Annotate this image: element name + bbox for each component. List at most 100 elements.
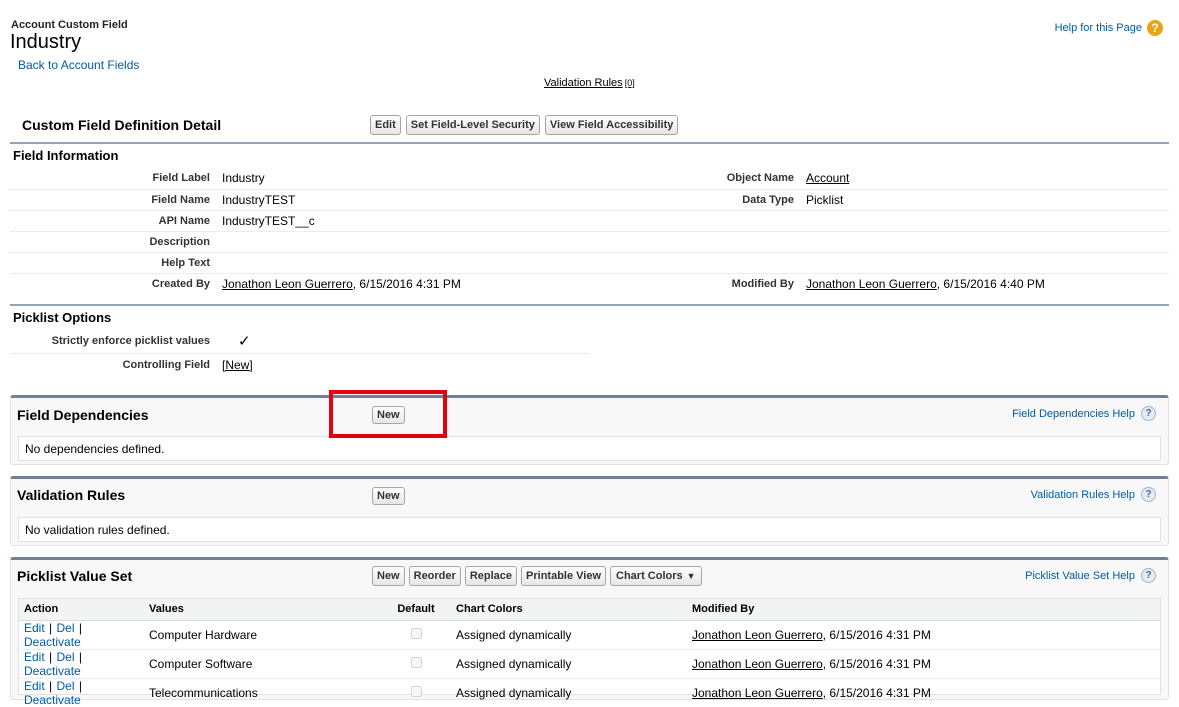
col-values: Values xyxy=(144,599,381,621)
field-information-heading: Field Information xyxy=(10,142,1169,167)
table-row: Edit | Del | Deactivate Telecommunicatio… xyxy=(19,678,1160,707)
chart-color-value: Assigned dynamically xyxy=(451,620,687,650)
view-field-accessibility-button[interactable]: View Field Accessibility xyxy=(544,115,679,135)
help-text-label: Help Text xyxy=(10,252,216,274)
modified-by-cell: Jonathon Leon Guerrero, 6/15/2016 4:31 P… xyxy=(687,678,1160,707)
modified-by-label: Modified By xyxy=(731,277,794,290)
modified-date: , 6/15/2016 4:31 PM xyxy=(822,685,931,700)
modified-by-user-link[interactable]: Jonathon Leon Guerrero xyxy=(806,277,937,291)
row-actions: Edit | Del | Deactivate xyxy=(24,678,82,707)
default-checkbox xyxy=(410,627,422,639)
help-question-icon[interactable]: ? xyxy=(1141,406,1156,421)
deactivate-link[interactable]: Deactivate xyxy=(24,693,81,707)
row-actions: Edit | Del | Deactivate xyxy=(19,620,144,650)
field-label-value: Industry xyxy=(216,168,710,190)
field-label-label: Field Label xyxy=(10,168,216,190)
help-question-icon[interactable]: ? xyxy=(1147,20,1163,36)
no-validation-rules-message: No validation rules defined. xyxy=(25,523,170,537)
field-dependencies-section: Field Dependencies New Field Dependencie… xyxy=(10,395,1169,465)
edit-button[interactable]: Edit xyxy=(370,115,401,135)
del-link[interactable]: Del xyxy=(56,679,74,693)
field-row: Field Name IndustryTEST Data Type Pickli… xyxy=(10,189,1169,211)
modified-by-cell: Jonathon Leon Guerrero, 6/15/2016 4:31 P… xyxy=(687,649,1160,679)
picklist-value-set-section: Picklist Value Set New Reorder Replace P… xyxy=(10,557,1169,707)
field-dependencies-help[interactable]: Field Dependencies Help ? xyxy=(1012,406,1156,421)
object-name-link[interactable]: Account xyxy=(806,171,849,185)
chart-colors-label: Chart Colors xyxy=(616,570,683,582)
api-name-value: IndustryTEST__c xyxy=(216,210,710,232)
description-value xyxy=(216,231,710,253)
picklist-values-table: Action Values Default Chart Colors Modif… xyxy=(19,599,1160,707)
validation-rules-title: Validation Rules xyxy=(17,487,126,503)
col-chart-colors: Chart Colors xyxy=(451,599,687,621)
back-to-account-fields-link[interactable]: Back to Account Fields xyxy=(18,58,139,72)
table-header-row: Action Values Default Chart Colors Modif… xyxy=(19,599,1160,621)
col-action: Action xyxy=(19,599,144,621)
validation-rules-new-button[interactable]: New xyxy=(372,487,405,505)
validation-rules-count: [0] xyxy=(624,78,635,88)
help-for-page[interactable]: Help for this Page ? xyxy=(1055,20,1163,36)
edit-link[interactable]: Edit xyxy=(24,650,45,664)
picklist-value-set-help[interactable]: Picklist Value Set Help ? xyxy=(1025,568,1156,583)
description-label: Description xyxy=(10,231,216,253)
controlling-field-label: Controlling Field xyxy=(122,358,210,371)
del-link[interactable]: Del xyxy=(56,650,74,664)
set-field-level-security-button[interactable]: Set Field-Level Security xyxy=(405,115,540,135)
field-information-table: Field Label Industry Object Name Account… xyxy=(10,168,1169,294)
modified-by-user-link[interactable]: Jonathon Leon Guerrero xyxy=(692,686,823,700)
field-name-value: IndustryTEST xyxy=(216,189,710,211)
table-row: Edit | Del | Deactivate Computer Hardwar… xyxy=(19,620,1160,650)
deactivate-link[interactable]: Deactivate xyxy=(24,664,81,678)
field-row: Help Text xyxy=(10,252,1169,274)
strict-enforce-label: Strictly enforce picklist values xyxy=(10,330,216,354)
col-default: Default xyxy=(381,599,451,621)
controlling-field-new-link[interactable]: [New] xyxy=(222,358,253,372)
detail-button-bar: Edit Set Field-Level Security View Field… xyxy=(370,115,679,135)
picklist-value: Telecommunications xyxy=(149,685,258,700)
created-by-label: Created By xyxy=(151,277,210,290)
created-by-date: , 6/15/2016 4:31 PM xyxy=(352,276,461,291)
api-name-label: API Name xyxy=(10,210,216,232)
data-type-value: Picklist xyxy=(800,189,1169,211)
detail-section-title: Custom Field Definition Detail xyxy=(22,117,222,133)
modified-by-date: , 6/15/2016 4:40 PM xyxy=(936,276,1045,291)
picklist-value-set-help-link[interactable]: Picklist Value Set Help xyxy=(1025,570,1135,582)
replace-button[interactable]: Replace xyxy=(464,566,518,586)
validation-rules-help[interactable]: Validation Rules Help ? xyxy=(1031,487,1156,502)
validation-rules-link-text[interactable]: Validation Rules xyxy=(544,77,623,89)
field-row: API Name IndustryTEST__c xyxy=(10,210,1169,232)
field-row: Created By Jonathon Leon Guerrero, 6/15/… xyxy=(10,273,1169,294)
option-row: Strictly enforce picklist values ✓ xyxy=(10,330,590,354)
page-title: Industry xyxy=(10,31,82,53)
picklist-value-set-title: Picklist Value Set xyxy=(17,568,133,584)
modified-by-cell: Jonathon Leon Guerrero, 6/15/2016 4:31 P… xyxy=(687,620,1160,650)
modified-by-user-link[interactable]: Jonathon Leon Guerrero xyxy=(692,657,823,671)
data-type-label: Data Type xyxy=(710,189,800,211)
table-row: Edit | Del | Deactivate Computer Softwar… xyxy=(19,649,1160,679)
default-checkbox xyxy=(410,656,422,668)
help-text-value xyxy=(216,252,710,274)
created-by-user-link[interactable]: Jonathon Leon Guerrero xyxy=(222,277,353,291)
chart-color-value: Assigned dynamically xyxy=(451,649,687,679)
printable-view-button[interactable]: Printable View xyxy=(521,566,607,586)
edit-link[interactable]: Edit xyxy=(24,679,45,693)
modified-by-user-link[interactable]: Jonathon Leon Guerrero xyxy=(692,628,823,642)
validation-rules-section: Validation Rules New Validation Rules He… xyxy=(10,476,1169,546)
picklist-value: Computer Hardware xyxy=(144,620,381,650)
help-question-icon[interactable]: ? xyxy=(1141,568,1156,583)
del-link[interactable]: Del xyxy=(56,621,74,635)
object-name-label: Object Name xyxy=(710,168,800,190)
picklist-new-button[interactable]: New xyxy=(372,566,405,586)
field-dependencies-help-link[interactable]: Field Dependencies Help xyxy=(1012,408,1135,420)
chart-colors-dropdown[interactable]: Chart Colors ▼ xyxy=(610,566,702,586)
row-actions: Edit | Del | Deactivate xyxy=(19,649,144,679)
picklist-options-table: Strictly enforce picklist values ✓ Contr… xyxy=(10,330,590,376)
reorder-button[interactable]: Reorder xyxy=(408,566,461,586)
validation-rules-jump-link[interactable]: Validation Rules [0] xyxy=(544,77,635,89)
validation-rules-help-link[interactable]: Validation Rules Help xyxy=(1031,489,1135,501)
edit-link[interactable]: Edit xyxy=(24,621,45,635)
help-for-page-link[interactable]: Help for this Page xyxy=(1055,22,1142,34)
help-question-icon[interactable]: ? xyxy=(1141,487,1156,502)
option-row: Controlling Field [New] xyxy=(10,353,590,376)
deactivate-link[interactable]: Deactivate xyxy=(24,635,81,649)
